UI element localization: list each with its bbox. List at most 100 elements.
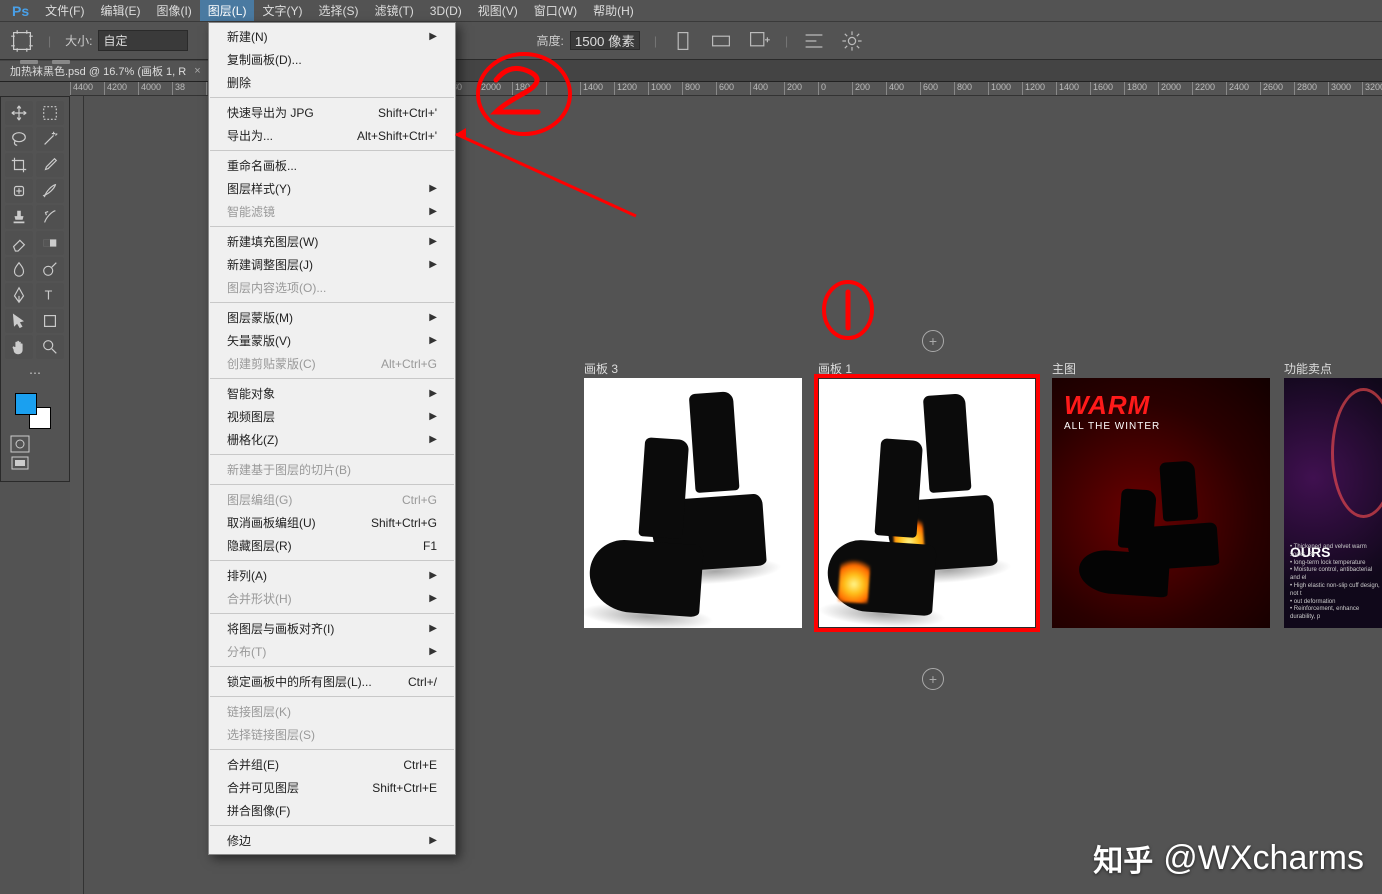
stamp-tool-icon[interactable] bbox=[5, 205, 33, 229]
menu-type[interactable]: 文字(Y) bbox=[254, 0, 310, 21]
size-select[interactable]: 自定 bbox=[98, 30, 188, 51]
brush-tool-icon[interactable] bbox=[36, 179, 64, 203]
menu-item-重命名画板[interactable]: 重命名画板... bbox=[209, 154, 455, 177]
artboard-main[interactable]: WARM ALL THE WINTER bbox=[1052, 378, 1270, 628]
menu-item-栅格化Z[interactable]: 栅格化(Z)▶ bbox=[209, 428, 455, 451]
menu-image[interactable]: 图像(I) bbox=[148, 0, 199, 21]
menu-bar: Ps 文件(F) 编辑(E) 图像(I) 图层(L) 文字(Y) 选择(S) 滤… bbox=[0, 0, 1382, 22]
size-label: 大小: bbox=[65, 32, 92, 49]
menu-filter[interactable]: 滤镜(T) bbox=[366, 0, 421, 21]
menu-item-选择链接图层S: 选择链接图层(S) bbox=[209, 723, 455, 746]
artboard-label-3[interactable]: 画板 3 bbox=[584, 360, 618, 377]
menu-item-图层样式Y[interactable]: 图层样式(Y)▶ bbox=[209, 177, 455, 200]
more-tools-icon[interactable]: ⋯ bbox=[21, 361, 49, 385]
artboard-3[interactable] bbox=[584, 378, 802, 628]
healing-brush-tool-icon[interactable] bbox=[5, 179, 33, 203]
menu-item-拼合图像F[interactable]: 拼合图像(F) bbox=[209, 799, 455, 822]
hand-tool-icon[interactable] bbox=[5, 335, 33, 359]
shape-tool-icon[interactable] bbox=[36, 309, 64, 333]
menu-window[interactable]: 窗口(W) bbox=[526, 0, 585, 21]
foreground-color-swatch[interactable] bbox=[15, 393, 37, 415]
annotation-2 bbox=[456, 46, 656, 249]
menu-item-图层内容选项O: 图层内容选项(O)... bbox=[209, 276, 455, 299]
screen-mode-icon[interactable] bbox=[5, 455, 34, 473]
warm-title: WARM bbox=[1052, 378, 1270, 421]
crop-tool-icon[interactable] bbox=[5, 153, 33, 177]
magic-wand-tool-icon[interactable] bbox=[36, 127, 64, 151]
menu-item-新建填充图层W[interactable]: 新建填充图层(W)▶ bbox=[209, 230, 455, 253]
color-swatches[interactable] bbox=[5, 387, 65, 433]
type-tool-icon[interactable]: T bbox=[36, 283, 64, 307]
menu-view[interactable]: 视图(V) bbox=[470, 0, 526, 21]
app-logo: Ps bbox=[4, 3, 37, 19]
annotation-1 bbox=[818, 278, 888, 351]
dodge-tool-icon[interactable] bbox=[36, 257, 64, 281]
path-select-tool-icon[interactable] bbox=[5, 309, 33, 333]
menu-layer[interactable]: 图层(L) bbox=[200, 0, 255, 21]
document-tab-title: 加热袜黑色.psd @ 16.7% (画板 1, R bbox=[10, 63, 186, 79]
menu-item-视频图层[interactable]: 视频图层▶ bbox=[209, 405, 455, 428]
blur-tool-icon[interactable] bbox=[5, 257, 33, 281]
menu-item-合并组E[interactable]: 合并组(E)Ctrl+E bbox=[209, 753, 455, 776]
menu-item-图层编组G: 图层编组(G)Ctrl+G bbox=[209, 488, 455, 511]
watermark: 知乎 @WXcharms bbox=[1093, 836, 1364, 880]
quick-mask-icon[interactable] bbox=[5, 435, 34, 453]
menu-item-删除[interactable]: 删除 bbox=[209, 71, 455, 94]
align-icon[interactable] bbox=[802, 29, 826, 53]
orientation-landscape-icon[interactable] bbox=[709, 29, 733, 53]
menu-item-矢量蒙版V[interactable]: 矢量蒙版(V)▶ bbox=[209, 329, 455, 352]
menu-item-分布T: 分布(T)▶ bbox=[209, 640, 455, 663]
menu-file[interactable]: 文件(F) bbox=[37, 0, 92, 21]
menu-3d[interactable]: 3D(D) bbox=[422, 2, 470, 20]
menu-item-锁定画板中的所有图层L[interactable]: 锁定画板中的所有图层(L)...Ctrl+/ bbox=[209, 670, 455, 693]
menu-select[interactable]: 选择(S) bbox=[310, 0, 366, 21]
artboard-label-main[interactable]: 主图 bbox=[1052, 360, 1076, 377]
menu-item-图层蒙版M[interactable]: 图层蒙版(M)▶ bbox=[209, 306, 455, 329]
ours-bullets: Thickened and velvet warm socks, 36long-… bbox=[1290, 544, 1380, 622]
vertical-ruler bbox=[70, 96, 84, 894]
menu-item-合并可见图层[interactable]: 合并可见图层Shift+Ctrl+E bbox=[209, 776, 455, 799]
pen-tool-icon[interactable] bbox=[5, 283, 33, 307]
artboard-1[interactable] bbox=[818, 378, 1036, 628]
svg-text:T: T bbox=[45, 289, 53, 303]
menu-item-排列A[interactable]: 排列(A)▶ bbox=[209, 564, 455, 587]
menu-item-新建基于图层的切片B: 新建基于图层的切片(B) bbox=[209, 458, 455, 481]
eraser-tool-icon[interactable] bbox=[5, 231, 33, 255]
add-artboard-icon[interactable] bbox=[747, 29, 771, 53]
add-artboard-below-icon[interactable]: + bbox=[922, 668, 944, 690]
menu-item-新建调整图层J[interactable]: 新建调整图层(J)▶ bbox=[209, 253, 455, 276]
menu-item-链接图层K: 链接图层(K) bbox=[209, 700, 455, 723]
menu-item-隐藏图层R[interactable]: 隐藏图层(R)F1 bbox=[209, 534, 455, 557]
menu-help[interactable]: 帮助(H) bbox=[585, 0, 642, 21]
lasso-tool-icon[interactable] bbox=[5, 127, 33, 151]
menu-item-新建N[interactable]: 新建(N)▶ bbox=[209, 25, 455, 48]
zoom-tool-icon[interactable] bbox=[36, 335, 64, 359]
marquee-tool-icon[interactable] bbox=[36, 101, 64, 125]
menu-item-创建剪贴蒙版C: 创建剪贴蒙版(C)Alt+Ctrl+G bbox=[209, 352, 455, 375]
artboard-label-features[interactable]: 功能卖点 bbox=[1284, 360, 1332, 377]
orientation-portrait-icon[interactable] bbox=[671, 29, 695, 53]
panel-drag-handles bbox=[0, 60, 70, 64]
history-brush-tool-icon[interactable] bbox=[36, 205, 64, 229]
move-tool-icon[interactable] bbox=[5, 101, 33, 125]
artboard-label-1[interactable]: 画板 1 bbox=[818, 360, 852, 377]
watermark-text: @WXcharms bbox=[1163, 839, 1364, 878]
menu-item-复制画板D[interactable]: 复制画板(D)... bbox=[209, 48, 455, 71]
eyedropper-tool-icon[interactable] bbox=[36, 153, 64, 177]
menu-item-智能滤镜: 智能滤镜▶ bbox=[209, 200, 455, 223]
menu-item-快速导出为JPG[interactable]: 快速导出为 JPGShift+Ctrl+' bbox=[209, 101, 455, 124]
menu-item-导出为[interactable]: 导出为...Alt+Shift+Ctrl+' bbox=[209, 124, 455, 147]
gradient-tool-icon[interactable] bbox=[36, 231, 64, 255]
tool-panel: T ⋯ bbox=[0, 96, 70, 482]
menu-item-智能对象[interactable]: 智能对象▶ bbox=[209, 382, 455, 405]
close-icon[interactable]: × bbox=[194, 65, 200, 77]
add-artboard-above-icon[interactable]: + bbox=[922, 330, 944, 352]
menu-edit[interactable]: 编辑(E) bbox=[92, 0, 148, 21]
artboard-features[interactable]: OURS Thickened and velvet warm socks, 36… bbox=[1284, 378, 1382, 628]
menu-item-取消画板编组U[interactable]: 取消画板编组(U)Shift+Ctrl+G bbox=[209, 511, 455, 534]
menu-item-将图层与画板对齐I[interactable]: 将图层与画板对齐(I)▶ bbox=[209, 617, 455, 640]
menu-item-修边[interactable]: 修边▶ bbox=[209, 829, 455, 852]
warm-subtitle: ALL THE WINTER bbox=[1052, 421, 1270, 432]
settings-icon[interactable] bbox=[840, 29, 864, 53]
artboard-tool-icon[interactable] bbox=[10, 29, 34, 53]
